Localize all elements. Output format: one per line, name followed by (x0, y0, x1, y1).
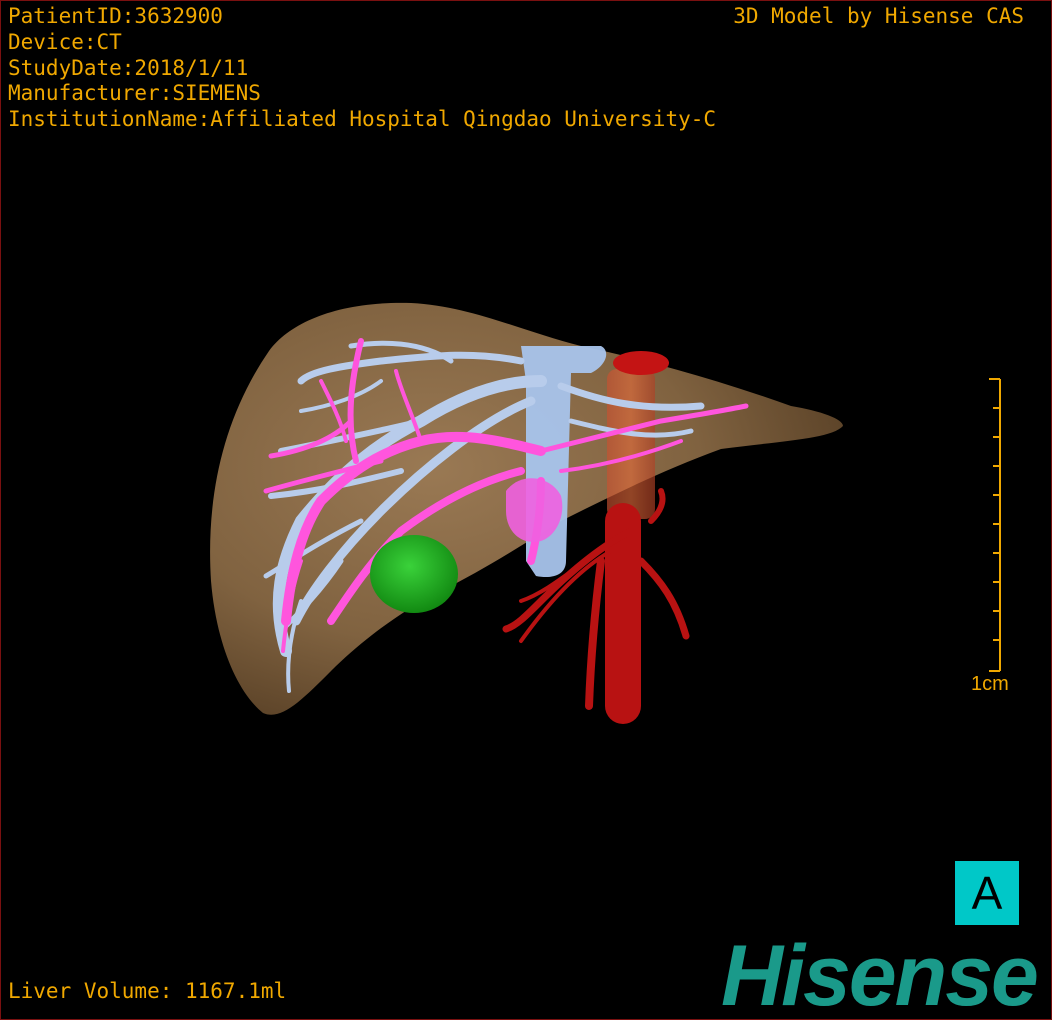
study-date-label: StudyDate:2018/1/11 (8, 56, 249, 80)
ivc-top (613, 351, 669, 375)
liver-volume-label: Liver Volume: 1167.1ml (8, 979, 287, 1003)
scale-ruler (989, 378, 1001, 672)
patient-id-label: PatientID:3632900 (8, 4, 223, 28)
liver-3d-model[interactable] (1, 1, 1051, 1019)
scale-label: 1cm (971, 673, 1009, 695)
liver-lesion (370, 535, 458, 613)
model-credit-label: 3D Model by Hisense CAS (733, 4, 1024, 28)
hisense-logo: Hisense (721, 928, 1039, 1020)
manufacturer-label: Manufacturer:SIEMENS (8, 81, 261, 105)
3d-viewport[interactable]: PatientID:3632900 Device:CT StudyDate:20… (0, 0, 1052, 1020)
inferior-vena-cava (607, 369, 655, 519)
orientation-marker[interactable]: A (955, 861, 1019, 925)
device-label: Device:CT (8, 30, 122, 54)
institution-label: InstitutionName:Affiliated Hospital Qing… (8, 107, 717, 131)
